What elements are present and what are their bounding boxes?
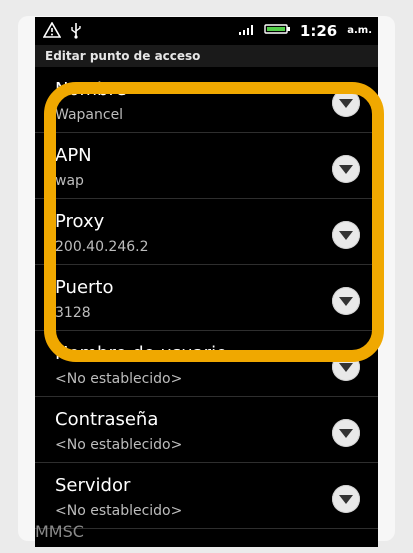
list-item[interactable]: Puerto 3128 <box>35 265 378 331</box>
item-label: APN <box>55 145 92 166</box>
phone-screen: 1:26 a.m. Editar punto de acceso Nombre … <box>35 17 378 547</box>
battery-icon <box>264 21 292 40</box>
chevron-down-icon[interactable] <box>332 221 360 249</box>
item-label: Nombre de usuario <box>55 343 228 364</box>
item-value: 3128 <box>55 305 91 321</box>
page-title: Editar punto de acceso <box>35 45 378 67</box>
status-bar: 1:26 a.m. <box>35 17 378 45</box>
status-time: 1:26 <box>299 21 338 40</box>
status-ampm: a.m. <box>347 25 372 36</box>
signal-icon <box>238 21 256 40</box>
list-item[interactable]: Nombre de usuario <No establecido> <box>35 331 378 397</box>
item-value: 200.40.246.2 <box>55 239 149 255</box>
item-label: Nombre <box>55 79 127 100</box>
chevron-down-icon[interactable] <box>332 353 360 381</box>
screenshot-card: 1:26 a.m. Editar punto de acceso Nombre … <box>0 0 413 553</box>
list-item[interactable]: Servidor <No establecido> <box>35 463 378 529</box>
warning-icon <box>42 21 62 42</box>
chevron-down-icon[interactable] <box>332 287 360 315</box>
list-item[interactable]: APN wap <box>35 133 378 199</box>
item-value: wap <box>55 173 84 189</box>
apn-settings-list: Nombre Wapancel APN wap Proxy 200.40.246… <box>35 67 378 529</box>
item-label: Puerto <box>55 277 114 298</box>
usb-icon <box>69 21 83 43</box>
chevron-down-icon[interactable] <box>332 419 360 447</box>
cutoff-item-label: MMSC <box>35 522 84 541</box>
item-label: Servidor <box>55 475 131 496</box>
list-item[interactable]: Contraseña <No establecido> <box>35 397 378 463</box>
item-value: <No establecido> <box>55 437 183 453</box>
chevron-down-icon[interactable] <box>332 485 360 513</box>
item-value: Wapancel <box>55 107 124 123</box>
item-value: <No establecido> <box>55 371 183 387</box>
item-value: <No establecido> <box>55 503 183 519</box>
item-label: Proxy <box>55 211 105 232</box>
item-label: Contraseña <box>55 409 159 430</box>
list-item[interactable]: Proxy 200.40.246.2 <box>35 199 378 265</box>
chevron-down-icon[interactable] <box>332 155 360 183</box>
chevron-down-icon[interactable] <box>332 89 360 117</box>
list-item[interactable]: Nombre Wapancel <box>35 67 378 133</box>
